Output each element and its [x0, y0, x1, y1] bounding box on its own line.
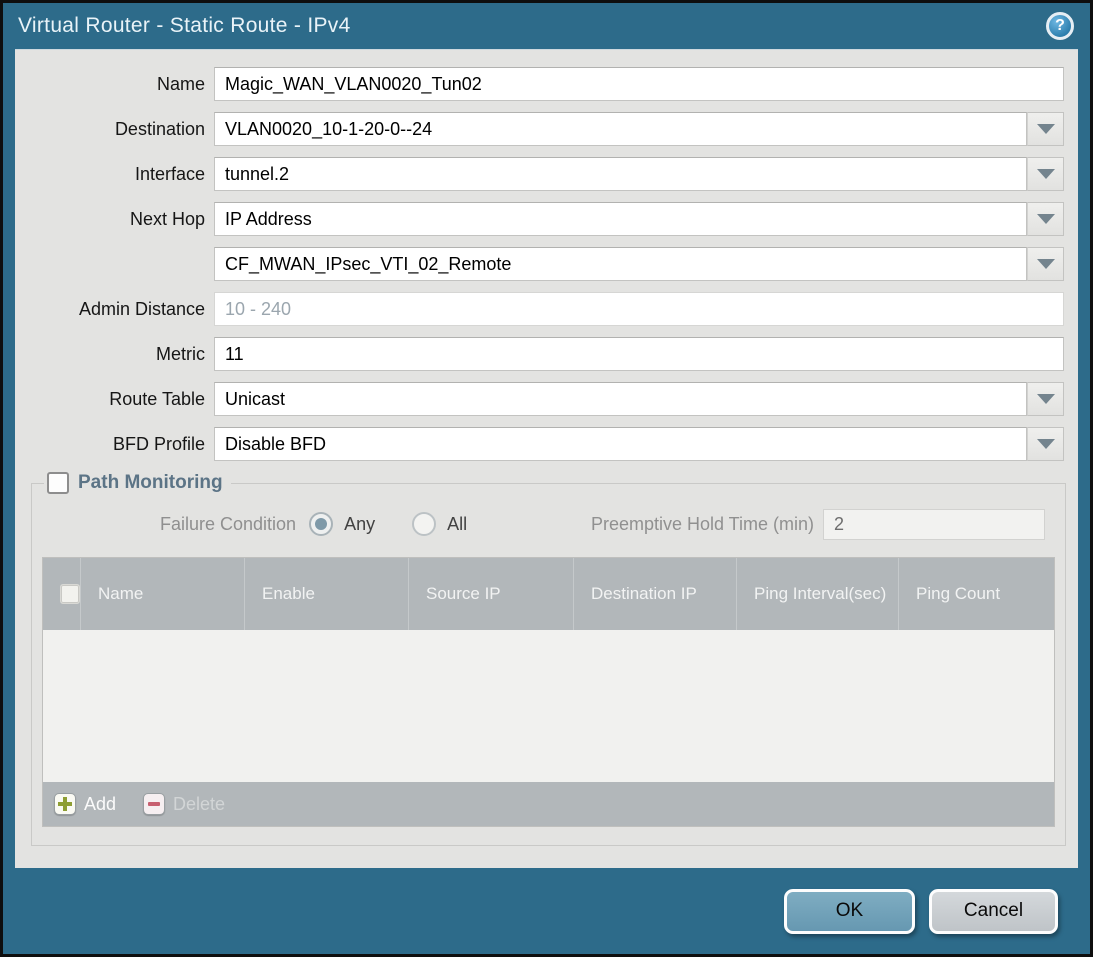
path-monitoring-checkbox[interactable] [47, 472, 69, 494]
chevron-down-icon [1037, 394, 1055, 404]
header-cell-source-ip[interactable]: Source IP [408, 558, 573, 630]
form-row-next-hop: Next Hop [15, 202, 1064, 236]
chevron-down-icon [1037, 259, 1055, 269]
header-cell-ping-interval[interactable]: Ping Interval(sec) [736, 558, 898, 630]
failure-condition-all-radio[interactable] [412, 512, 436, 536]
delete-icon [143, 793, 165, 815]
form-row-metric: Metric [15, 337, 1064, 371]
form-row-destination: Destination [15, 112, 1064, 146]
form-row-admin-distance: Admin Distance [15, 292, 1064, 326]
dialog-content: Name Destination Interface [15, 49, 1078, 868]
header-cell-enable[interactable]: Enable [244, 558, 408, 630]
route-table-input[interactable] [214, 382, 1027, 416]
table-header: Name Enable Source IP Destination IP Pin… [43, 558, 1054, 630]
failure-condition-row: Failure Condition Any All Preemptive Hol… [42, 506, 1045, 542]
add-icon [54, 793, 76, 815]
help-glyph: ? [1055, 17, 1065, 35]
path-monitoring-section: Path Monitoring Failure Condition Any Al… [31, 472, 1066, 846]
chevron-down-icon [1037, 214, 1055, 224]
dialog-title: Virtual Router - Static Route - IPv4 [18, 14, 351, 38]
table-body-empty [43, 630, 1054, 782]
static-route-dialog: Virtual Router - Static Route - IPv4 ? N… [0, 0, 1093, 957]
add-button[interactable]: Add [54, 793, 116, 815]
next-hop-type-input[interactable] [214, 202, 1027, 236]
interface-input[interactable] [214, 157, 1027, 191]
preemptive-hold-time-label: Preemptive Hold Time (min) [591, 514, 814, 535]
route-table-dropdown-button[interactable] [1027, 382, 1064, 416]
bfd-profile-label: BFD Profile [15, 434, 214, 455]
chevron-down-icon [1037, 169, 1055, 179]
interface-dropdown-button[interactable] [1027, 157, 1064, 191]
failure-condition-all-label: All [447, 514, 467, 535]
admin-distance-input[interactable] [214, 292, 1064, 326]
chevron-down-icon [1037, 124, 1055, 134]
select-all-checkbox[interactable] [60, 584, 80, 604]
table-toolbar: Add Delete [43, 782, 1054, 826]
failure-condition-label: Failure Condition [160, 514, 296, 535]
delete-label: Delete [173, 794, 225, 815]
form-row-next-hop-address [15, 247, 1064, 281]
admin-distance-label: Admin Distance [15, 299, 214, 320]
header-cell-ping-count[interactable]: Ping Count [898, 558, 1054, 630]
metric-input[interactable] [214, 337, 1064, 371]
failure-condition-any-radio[interactable] [309, 512, 333, 536]
delete-button[interactable]: Delete [143, 793, 225, 815]
dialog-footer: OK Cancel [3, 868, 1090, 954]
header-cell-name[interactable]: Name [80, 558, 244, 630]
next-hop-address-input[interactable] [214, 247, 1027, 281]
bfd-profile-input[interactable] [214, 427, 1027, 461]
name-label: Name [15, 74, 214, 95]
destination-dropdown-button[interactable] [1027, 112, 1064, 146]
header-cell-destination-ip[interactable]: Destination IP [573, 558, 736, 630]
next-hop-label: Next Hop [15, 209, 214, 230]
failure-condition-any-label: Any [344, 514, 375, 535]
add-label: Add [84, 794, 116, 815]
form-row-bfd-profile: BFD Profile [15, 427, 1064, 461]
metric-label: Metric [15, 344, 214, 365]
destination-input[interactable] [214, 112, 1027, 146]
next-hop-type-dropdown-button[interactable] [1027, 202, 1064, 236]
cancel-button[interactable]: Cancel [929, 889, 1058, 934]
ok-button[interactable]: OK [784, 889, 915, 934]
route-table-label: Route Table [15, 389, 214, 410]
path-monitoring-title: Path Monitoring [78, 472, 223, 494]
title-bar: Virtual Router - Static Route - IPv4 ? [3, 3, 1090, 49]
bfd-profile-dropdown-button[interactable] [1027, 427, 1064, 461]
form-row-interface: Interface [15, 157, 1064, 191]
form-row-route-table: Route Table [15, 382, 1064, 416]
chevron-down-icon [1037, 439, 1055, 449]
destination-label: Destination [15, 119, 214, 140]
form-row-name: Name [15, 67, 1064, 101]
next-hop-address-dropdown-button[interactable] [1027, 247, 1064, 281]
header-cell-select [43, 558, 80, 630]
path-monitoring-table: Name Enable Source IP Destination IP Pin… [42, 557, 1055, 827]
help-icon[interactable]: ? [1046, 12, 1074, 40]
preemptive-hold-time-input[interactable] [823, 509, 1045, 540]
interface-label: Interface [15, 164, 214, 185]
name-input[interactable] [214, 67, 1064, 101]
path-monitoring-legend: Path Monitoring [44, 472, 231, 494]
